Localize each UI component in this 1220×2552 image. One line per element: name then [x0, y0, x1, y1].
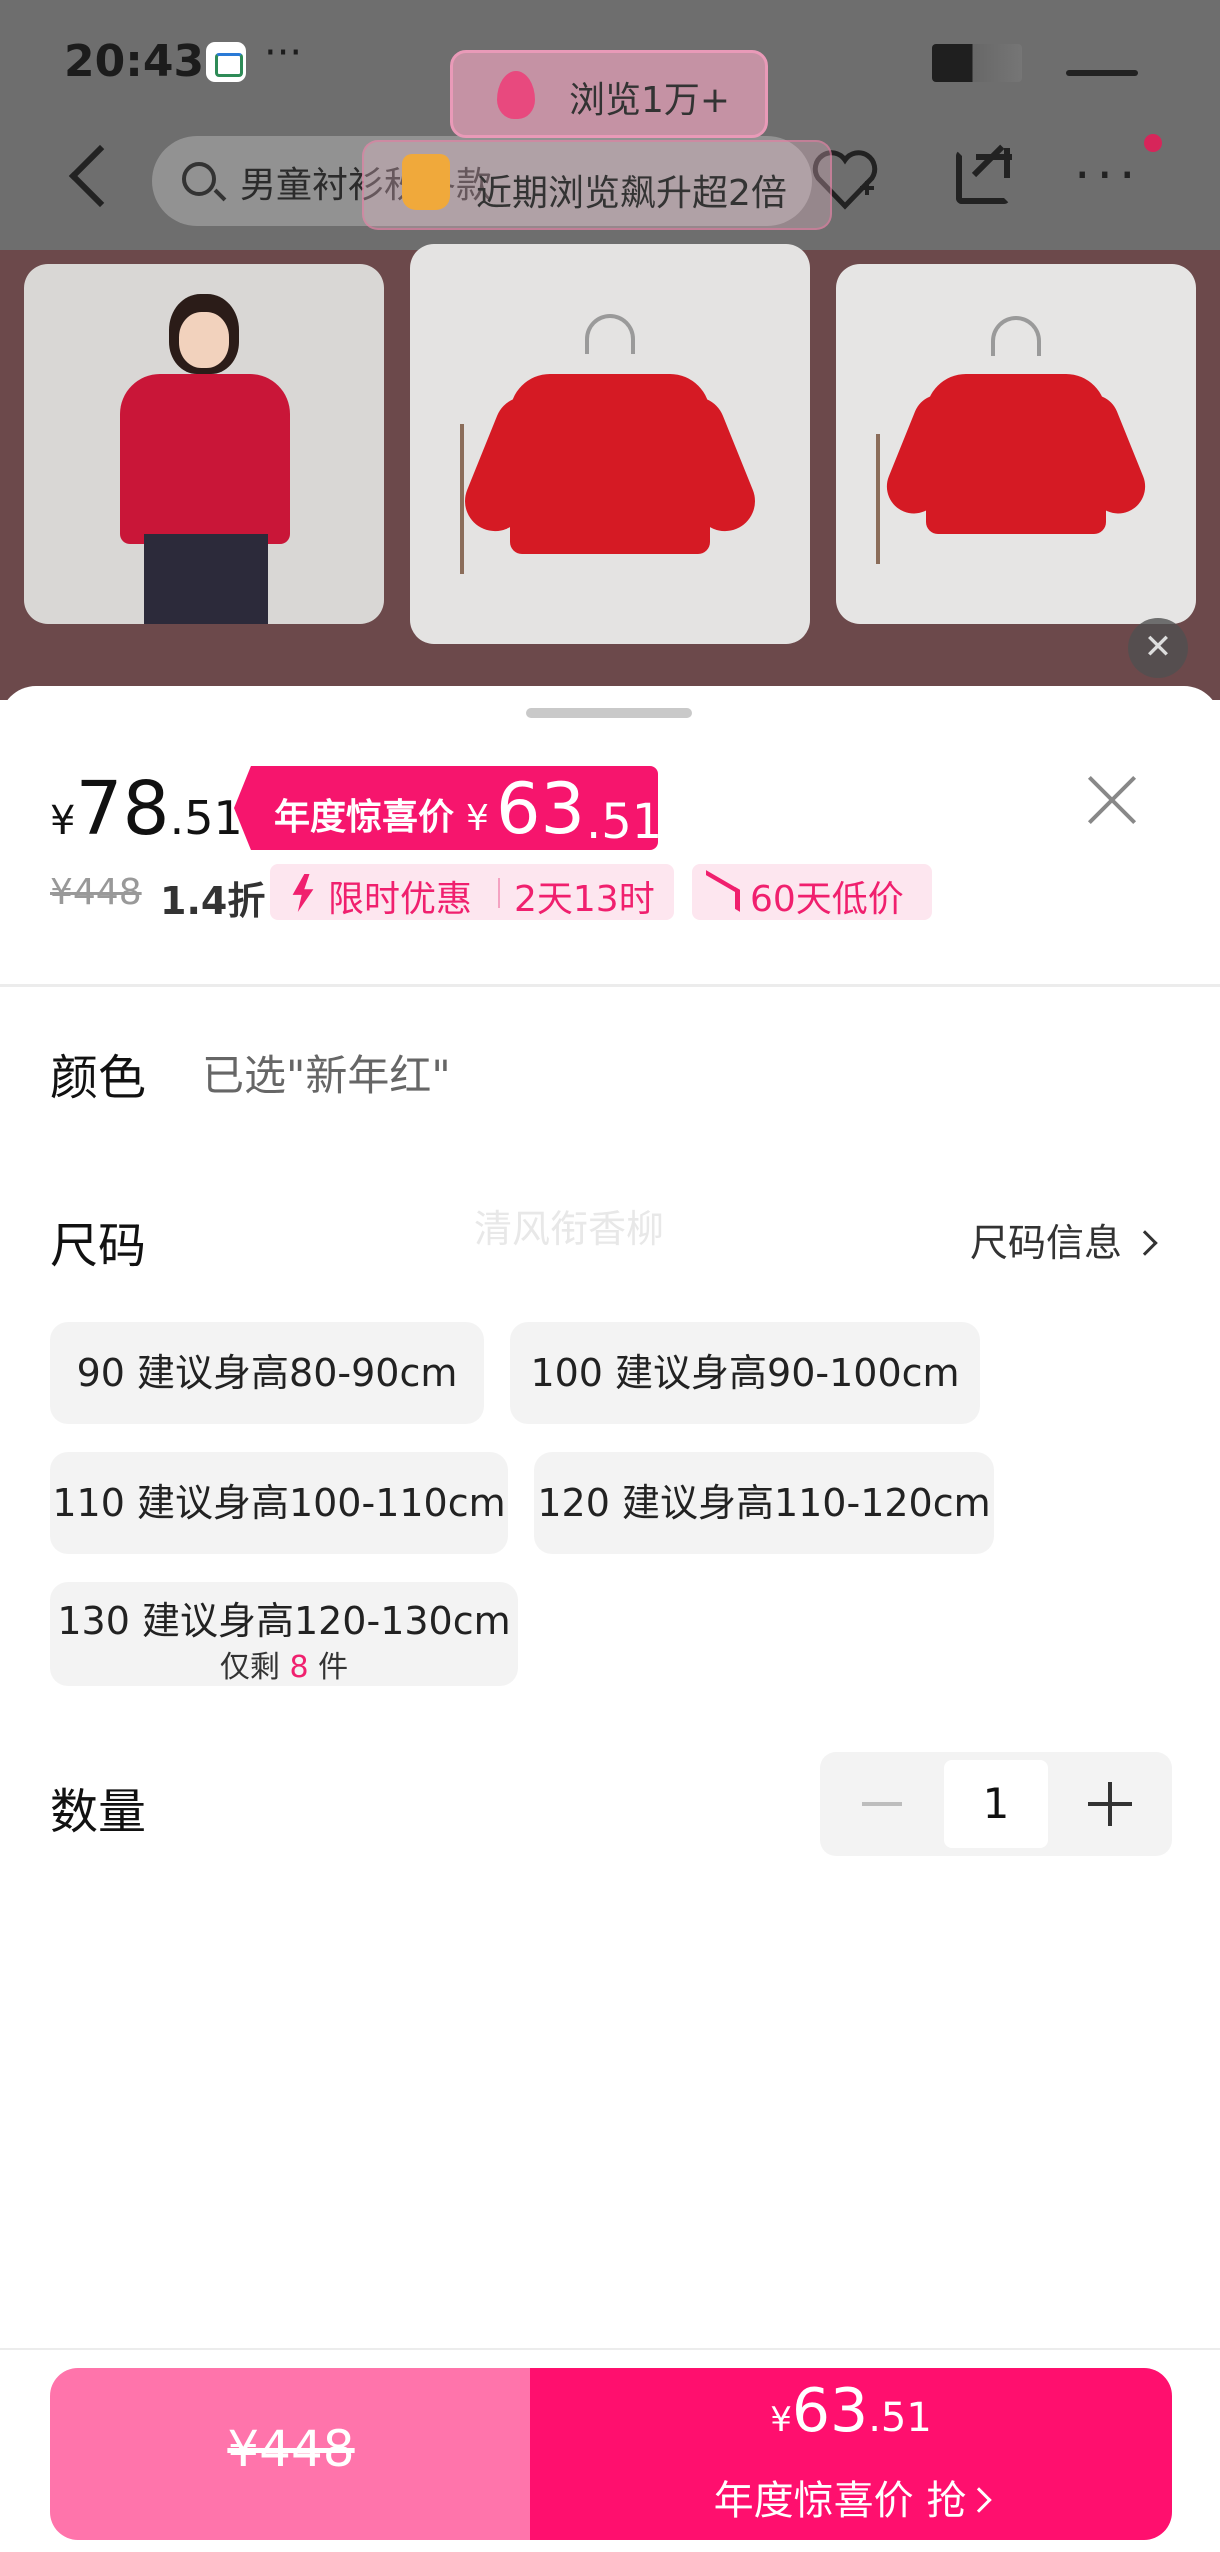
notification-dot: [1144, 134, 1162, 152]
views-pill: 浏览1万+: [450, 50, 768, 138]
app-notification-icon: [206, 42, 246, 82]
low-price-tag: 60天低价: [692, 864, 932, 920]
stock-remaining: 仅剩 8 件: [219, 1650, 349, 1685]
buy-now-button[interactable]: ¥63.51 年度惊喜价 抢: [530, 2368, 1172, 2540]
size-option-90[interactable]: 90 建议身高80-90cm: [50, 1322, 484, 1424]
trend-down-icon: [706, 870, 740, 912]
close-preview-icon[interactable]: ✕: [1128, 618, 1188, 678]
share-icon[interactable]: [956, 148, 1012, 204]
sheet-grabber[interactable]: [526, 708, 692, 718]
original-price: ¥448: [50, 872, 142, 913]
size-option-120[interactable]: 120 建议身高110-120cm: [534, 1452, 994, 1554]
more-icon[interactable]: ···: [1074, 150, 1142, 202]
chevron-right-icon: [1132, 1229, 1158, 1256]
quantity-label: 数量: [50, 1784, 147, 1840]
status-time: 20:43: [64, 36, 205, 87]
buy-cta-label: 年度惊喜价 抢: [530, 2468, 1172, 2526]
minus-icon[interactable]: [862, 1802, 902, 1806]
thumbs-up-icon: [402, 154, 450, 210]
search-icon: [182, 162, 216, 196]
limited-time-promo-tag: 限时优惠 2天13时: [270, 864, 674, 920]
discount-rate: 1.4折: [160, 879, 266, 923]
buy-price: ¥63.51: [770, 2376, 932, 2446]
color-label: 颜色: [50, 1050, 147, 1106]
current-price: ¥78.51: [50, 766, 243, 852]
chevron-right-icon: [966, 2487, 993, 2513]
original-price-button[interactable]: ¥448: [50, 2368, 532, 2540]
annual-price-badge: 年度惊喜价 ¥ 63 .51: [234, 766, 658, 850]
bottom-divider: [0, 2348, 1220, 2350]
signal-icon: [932, 44, 1022, 82]
views-text: 浏览1万+: [569, 80, 731, 121]
size-option-130[interactable]: 130 建议身高120-130cm 仅剩 8 件: [50, 1582, 518, 1686]
watermark: 清风衔香柳: [474, 1207, 665, 1251]
trend-text: 近期浏览飙升超2倍: [476, 173, 787, 214]
size-label: 尺码: [50, 1218, 147, 1274]
plus-icon[interactable]: [1088, 1782, 1132, 1826]
sku-selector-sheet: ¥78.51 年度惊喜价 ¥ 63 .51 ¥448 1.4折 限时优惠 2天1…: [0, 686, 1220, 2552]
divider: [0, 984, 1220, 987]
status-more-dots: ···: [264, 30, 303, 76]
close-icon[interactable]: [1086, 774, 1138, 826]
flame-icon: [497, 71, 535, 119]
size-option-100[interactable]: 100 建议身高90-100cm: [510, 1322, 980, 1424]
quantity-stepper: 1: [820, 1752, 1172, 1856]
lightning-icon: [292, 874, 314, 912]
trend-pill: 近期浏览飙升超2倍: [362, 140, 832, 230]
promo-countdown: 2天13时: [514, 879, 655, 920]
size-info-link[interactable]: 尺码信息: [970, 1212, 1158, 1267]
quantity-input[interactable]: 1: [944, 1760, 1048, 1848]
product-thumbnail-front[interactable]: [410, 244, 810, 644]
product-thumbnail-back[interactable]: [836, 264, 1196, 624]
size-option-110[interactable]: 110 建议身高100-110cm: [50, 1452, 508, 1554]
battery-icon: [1066, 70, 1138, 76]
product-thumbnail-model[interactable]: [24, 264, 384, 624]
color-selected-value: 已选"新年红": [202, 1051, 451, 1100]
